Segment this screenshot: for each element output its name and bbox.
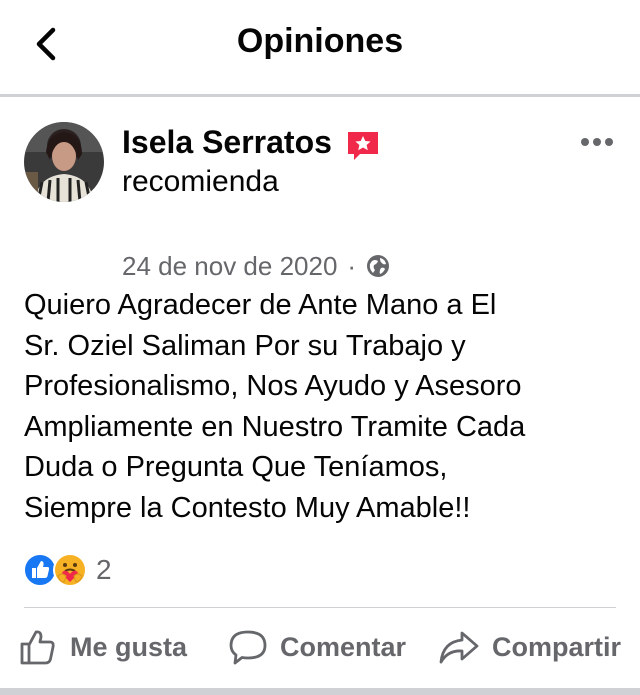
actions-divider [24, 607, 616, 608]
globe-icon [367, 255, 390, 277]
more-options-button[interactable] [576, 128, 618, 156]
page-title: Opiniones [236, 22, 404, 60]
section-separator [0, 688, 640, 695]
share-label: Compartir [492, 631, 622, 662]
share-icon [439, 631, 479, 664]
share-button[interactable]: Compartir [438, 622, 621, 672]
post-body: Quiero Agradecer de Ante Mano a El Sr. O… [24, 289, 526, 524]
thumbs-up-icon [20, 630, 55, 665]
author-name[interactable]: Isela Serratos [122, 122, 332, 162]
meta-separator: · [347, 250, 357, 281]
post-date[interactable]: 24 de nov de 2020 [122, 251, 337, 282]
like-button[interactable]: Me gusta [18, 622, 187, 672]
more-horizontal-icon [581, 138, 613, 146]
top-bar: Opiniones [0, 0, 640, 95]
avatar[interactable] [24, 122, 104, 202]
header-divider [0, 94, 640, 97]
star-badge-icon [348, 132, 378, 160]
comment-label: Comentar [280, 631, 407, 662]
comment-icon [229, 630, 267, 665]
comment-button[interactable]: Comentar [228, 622, 406, 672]
care-reaction-icon [53, 553, 87, 587]
recommendation-label: recomienda [122, 165, 279, 198]
reaction-count: 2 [96, 554, 112, 585]
reactions-summary[interactable]: 2 [22, 550, 112, 590]
post-meta: 24 de nov de 2020 · [122, 246, 390, 286]
like-label: Me gusta [70, 631, 188, 662]
